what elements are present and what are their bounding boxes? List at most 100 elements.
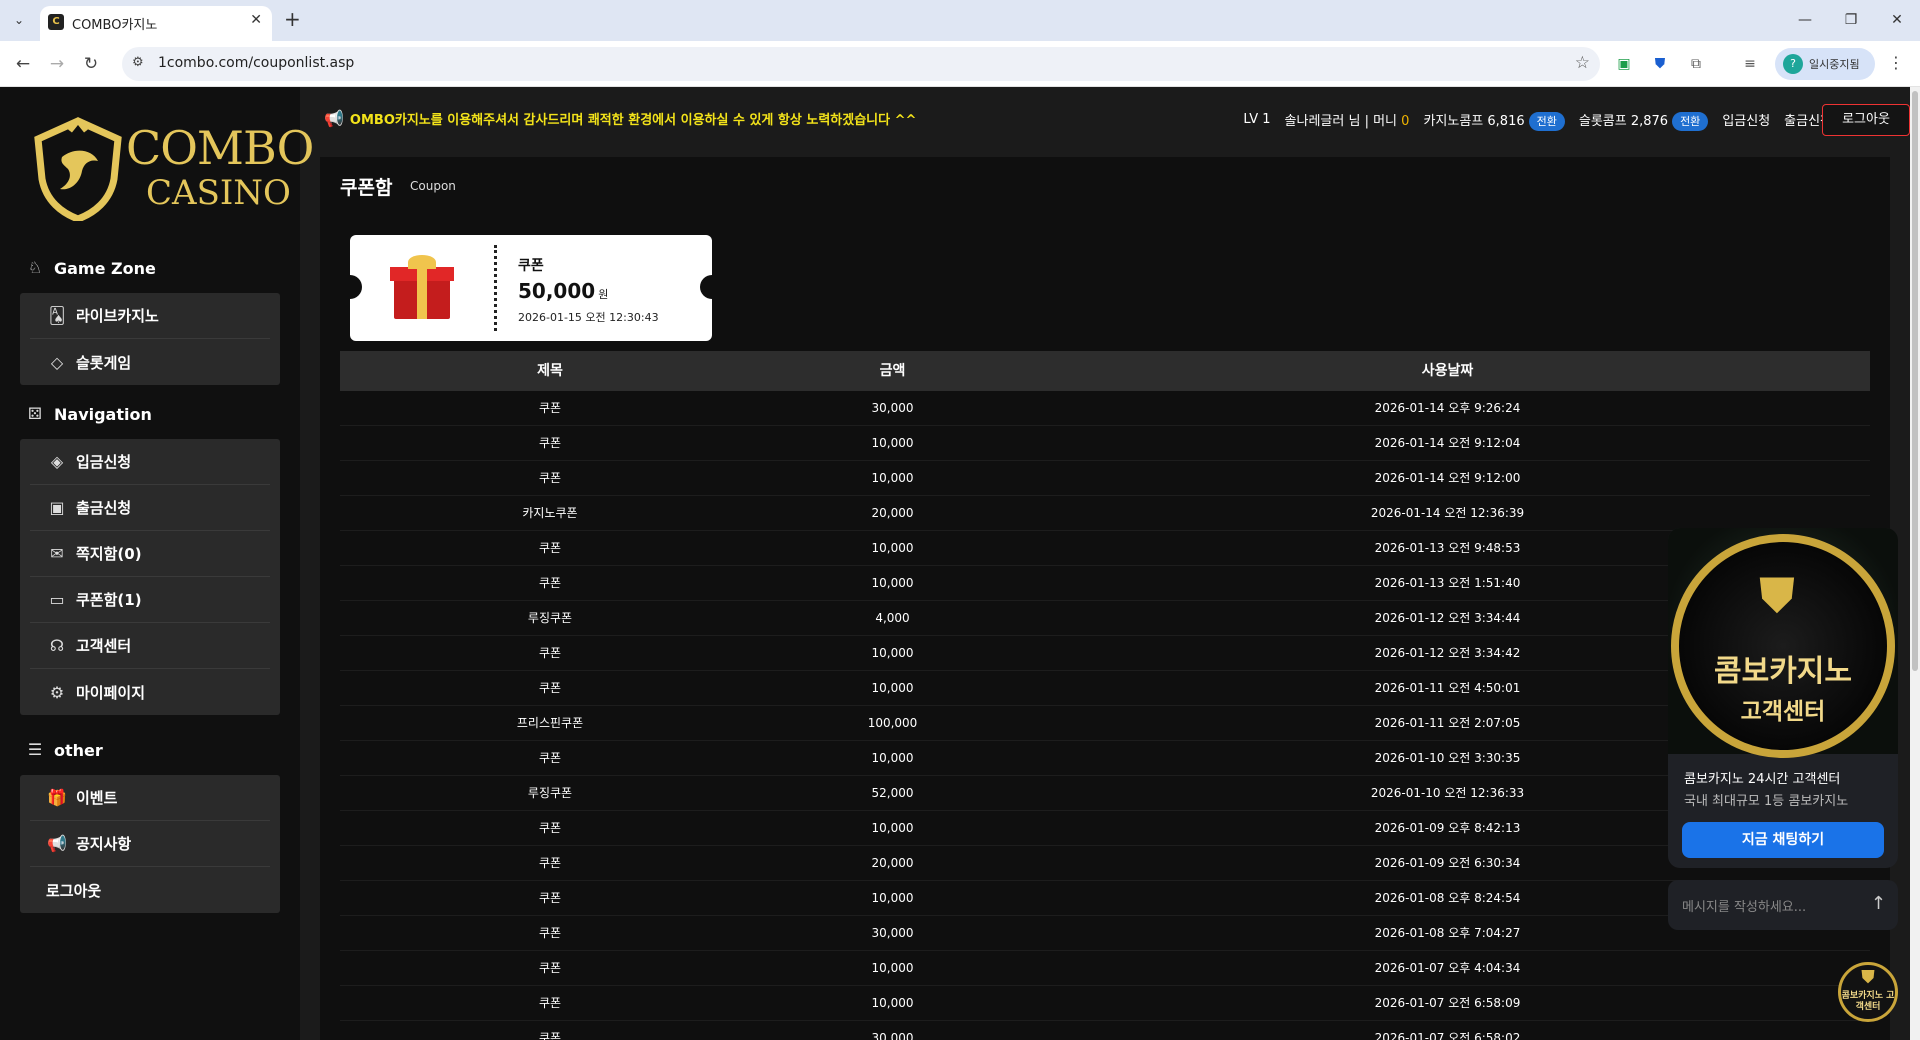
cell-date: 2026-01-14 오전 9:12:04 (1374, 436, 1521, 450)
browser-menu-icon[interactable]: ⋮ (1888, 53, 1904, 72)
scrollbar-thumb[interactable] (1912, 91, 1918, 671)
table-row: 쿠폰 10,000 2026-01-10 오전 3:30:35 (340, 741, 1870, 776)
sidebar: COMBO CASINO ♘ Game Zone 🂡 라이브카지노 ◇ 슬롯게임… (0, 87, 314, 1040)
reload-icon[interactable]: ↻ (78, 51, 104, 77)
bookmark-star-icon[interactable]: ☆ (1575, 53, 1590, 73)
tab-search-chevron-icon[interactable]: ⌄ (8, 9, 30, 31)
cell-date: 2026-01-14 오전 9:12:00 (1374, 471, 1521, 485)
cell-date: 2026-01-07 오전 6:58:09 (1374, 996, 1521, 1010)
shield-icon: ⛊ (1861, 967, 1875, 988)
gift-box-icon (390, 255, 454, 319)
list-icon: ☰ (27, 740, 43, 759)
sidebar-item-mypage[interactable]: ⚙ 마이페이지 (30, 669, 270, 715)
cell-date: 2026-01-14 오후 9:26:24 (1374, 401, 1521, 415)
sidebar-item-deposit[interactable]: ◈ 입금신청 (30, 439, 270, 485)
sidebar-item-event[interactable]: 🎁 이벤트 (30, 775, 270, 821)
coupon-date: 2026-01-15 오전 12:30:43 (518, 311, 659, 324)
cell-amount: 10,000 (871, 961, 914, 975)
coupon-name: 쿠폰 (518, 258, 544, 274)
logout-button[interactable]: 로그아웃 (1822, 104, 1910, 136)
tab-close-icon[interactable]: ✕ (250, 12, 262, 28)
cell-title: 쿠폰 (538, 821, 562, 835)
close-window-icon[interactable]: ✕ (1874, 0, 1920, 41)
favicon-icon: C (48, 14, 64, 30)
chat-title: 콤보카지노 24시간 고객센터 (1684, 772, 1841, 787)
site-info-icon[interactable]: ⚙ (132, 55, 144, 70)
cell-amount: 10,000 (871, 436, 914, 450)
address-bar[interactable]: ⚙ 1combo.com/couponlist.asp ☆ (122, 47, 1600, 81)
browser-tab[interactable]: C COMBO카지노 ✕ (40, 6, 272, 41)
page-scrollbar[interactable] (1910, 87, 1920, 1040)
sidebar-item-withdraw[interactable]: ▣ 출금신청 (30, 485, 270, 531)
sidebar-item-support[interactable]: ☊ 고객센터 (30, 623, 270, 669)
fab-label: 콤보카지노 고객센터 (1841, 991, 1895, 1012)
cell-title: 쿠폰 (538, 471, 562, 485)
deposit-link[interactable]: 입금신청 (1722, 110, 1770, 129)
menu-game-zone: 🂡 라이브카지노 ◇ 슬롯게임 (20, 293, 280, 385)
coupon-panel: 쿠폰함 Coupon 쿠폰 50,000 원 2026-01-15 오전 12:3… (320, 157, 1890, 1040)
headset-icon: ☊ (49, 636, 65, 655)
sidebar-item-notice[interactable]: 📢 공지사항 (30, 821, 270, 867)
extension-shield-icon[interactable]: ⛊ (1650, 54, 1670, 74)
media-control-icon[interactable]: ≡ (1740, 54, 1760, 74)
envelope-icon: ✉ (50, 544, 64, 563)
sidebar-item-live-casino[interactable]: 🂡 라이브카지노 (30, 293, 270, 339)
minimize-icon[interactable]: — (1782, 0, 1828, 41)
money-value: 0 (1401, 113, 1410, 129)
support-fab-button[interactable]: ⛊ 콤보카지노 고객센터 (1838, 962, 1898, 1022)
chat-banner: ⛊ 콤보카지노 고객센터 (1668, 528, 1898, 758)
chat-message-input[interactable]: 메시지를 작성하세요... ↑ (1668, 880, 1898, 930)
profile-label: 일시중지됨 (1809, 58, 1860, 71)
sidebar-item-coupons[interactable]: ▭ 쿠폰함(1) (30, 577, 270, 623)
forward-icon[interactable]: → (44, 51, 70, 77)
sidebar-item-slot-game[interactable]: ◇ 슬롯게임 (30, 339, 270, 385)
extension-green-icon[interactable]: ▣ (1614, 54, 1634, 74)
cell-amount: 30,000 (871, 1031, 914, 1040)
casino-comp-convert-button[interactable]: 전환 (1528, 111, 1565, 131)
user-name-money: 솔나레글러 님 | 머니 0 (1284, 113, 1410, 129)
cell-title: 쿠폰 (538, 681, 562, 695)
cell-amount: 10,000 (871, 471, 914, 485)
gift-icon: 🎁 (47, 788, 67, 807)
section-title-other: ☰ other (24, 739, 103, 761)
section-title-navigation: ⚄ Navigation (24, 403, 152, 425)
cell-amount: 10,000 (871, 891, 914, 905)
user-level: LV 1 (1243, 111, 1271, 127)
table-row: 쿠폰 10,000 2026-01-13 오전 1:51:40 (340, 566, 1870, 601)
table-header: 제목 금액 사용날짜 (340, 351, 1870, 391)
cell-title: 쿠폰 (538, 436, 562, 450)
sidebar-item-messages[interactable]: ✉ 쪽지함(0) (30, 531, 270, 577)
logo-text-casino: CASINO (146, 173, 291, 213)
browser-toolbar: ← → ↻ ⚙ 1combo.com/couponlist.asp ☆ ▣ ⛊ … (0, 41, 1920, 87)
cell-title: 쿠폰 (538, 926, 562, 940)
page: COMBO CASINO ♘ Game Zone 🂡 라이브카지노 ◇ 슬롯게임… (0, 87, 1920, 1040)
logo[interactable]: COMBO CASINO (30, 117, 314, 227)
cell-amount: 10,000 (871, 681, 914, 695)
sidebar-item-logout[interactable]: 로그아웃 (30, 867, 270, 913)
page-title: 쿠폰함 (340, 177, 393, 199)
back-icon[interactable]: ← (10, 51, 36, 77)
cell-amount: 52,000 (871, 786, 914, 800)
cell-title: 쿠폰 (538, 1031, 562, 1040)
shield-icon: ⛊ (1759, 568, 1796, 624)
banner-line1: 콤보카지노 (1714, 654, 1852, 689)
url-text[interactable]: 1combo.com/couponlist.asp (158, 55, 354, 71)
profile-button[interactable]: ? 일시중지됨 (1775, 48, 1875, 80)
slot-comp-convert-button[interactable]: 전환 (1672, 111, 1709, 131)
table-row: 프리스핀쿠폰 100,000 2026-01-11 오전 2:07:05 (340, 706, 1870, 741)
menu-other: 🎁 이벤트 📢 공지사항 로그아웃 (20, 775, 280, 913)
restore-icon[interactable]: ❐ (1828, 0, 1874, 41)
cell-title: 쿠폰 (538, 541, 562, 555)
table-row: 루징쿠폰 4,000 2026-01-12 오전 3:34:44 (340, 601, 1870, 636)
table-row: 쿠폰 30,000 2026-01-14 오후 9:26:24 (340, 391, 1870, 426)
cell-title: 루징쿠폰 (527, 786, 573, 800)
cell-date: 2026-01-07 오전 6:58:02 (1374, 1031, 1521, 1040)
table-row: 쿠폰 20,000 2026-01-09 오전 6:30:34 (340, 846, 1870, 881)
send-arrow-icon[interactable]: ↑ (1871, 893, 1886, 914)
coupon-card[interactable]: 쿠폰 50,000 원 2026-01-15 오전 12:30:43 (350, 235, 712, 341)
new-tab-icon[interactable]: + (284, 8, 301, 30)
start-chat-button[interactable]: 지금 채팅하기 (1682, 822, 1884, 858)
cell-title: 프리스핀쿠폰 (516, 716, 584, 730)
browser-tab-bar: ⌄ C COMBO카지노 ✕ + — ❐ ✕ (0, 0, 1920, 41)
extensions-puzzle-icon[interactable]: ⧉ (1686, 54, 1706, 74)
